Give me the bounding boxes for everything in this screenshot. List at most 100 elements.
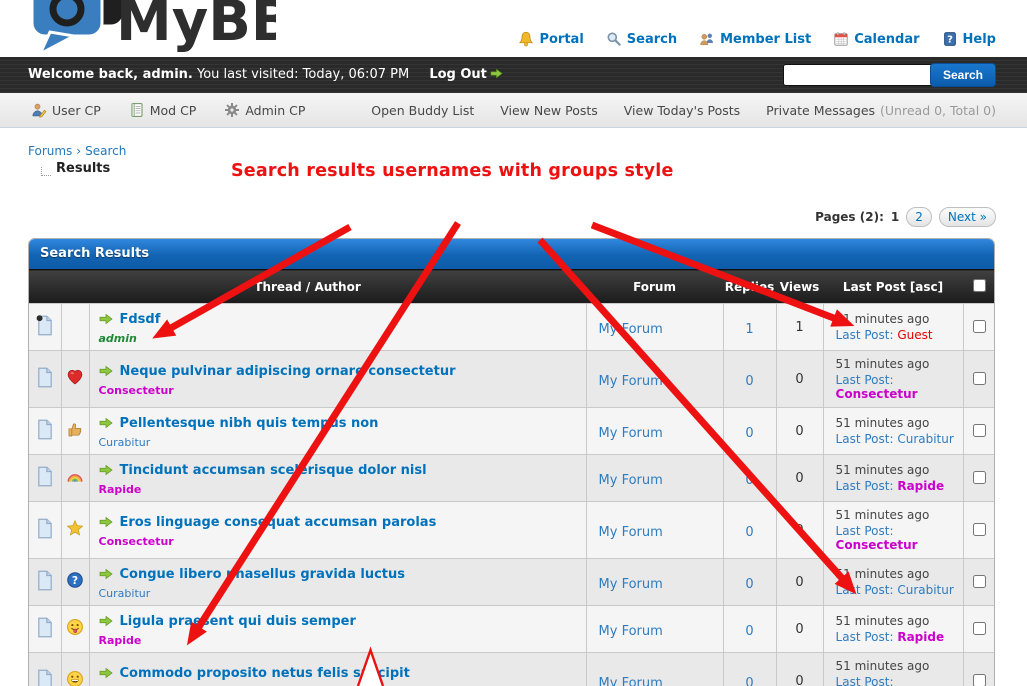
replies-count-link[interactable]: 0 <box>745 676 753 686</box>
thread-title-link[interactable]: Neque pulvinar adipiscing ornare consect… <box>120 364 456 379</box>
nav-help[interactable]: ? Help <box>942 31 996 47</box>
view-todays-posts-link[interactable]: View Today's Posts <box>624 103 740 118</box>
thread-title-link[interactable]: Eros linguage consequat accumsan parolas <box>120 515 437 530</box>
breadcrumb-forums-link[interactable]: Forums <box>28 144 72 158</box>
nav-calendar-label: Calendar <box>854 32 919 47</box>
row-select-checkbox[interactable] <box>973 320 986 333</box>
forum-link[interactable]: My Forum <box>599 624 663 639</box>
pagination-page-2[interactable]: 2 <box>906 207 932 227</box>
mybb-logo[interactable]: MyBB <box>16 0 276 62</box>
thread-arrow-icon <box>99 310 113 329</box>
svg-text:?: ? <box>72 574 78 587</box>
row-select-checkbox[interactable] <box>973 372 986 385</box>
mod-cp-link[interactable]: Mod CP <box>129 102 197 118</box>
row-select-checkbox[interactable] <box>973 424 986 437</box>
replies-count-link[interactable]: 0 <box>745 374 753 389</box>
nav-member-list[interactable]: Member List <box>699 31 811 47</box>
private-messages-link[interactable]: Private Messages (Unread 0, Total 0) <box>766 103 996 118</box>
forum-link[interactable]: My Forum <box>599 473 663 488</box>
user-cp-link[interactable]: User CP <box>31 102 101 118</box>
row-select-checkbox[interactable] <box>973 575 986 588</box>
last-post-user-link[interactable]: Rapide <box>897 479 944 493</box>
last-post-time: 51 minutes ago <box>836 357 963 371</box>
tongue-smiley-icon <box>66 621 84 640</box>
replies-count-link[interactable]: 0 <box>745 624 753 639</box>
thread-arrow-icon <box>99 513 113 532</box>
last-post-link[interactable]: Last Post: <box>836 524 894 538</box>
view-new-posts-link[interactable]: View New Posts <box>500 103 598 118</box>
thread-arrow-icon <box>99 664 113 683</box>
row-select-checkbox[interactable] <box>973 674 986 686</box>
thread-arrow-icon <box>99 414 113 433</box>
welcome-greeting: Welcome back, admin. <box>28 67 193 82</box>
forum-link[interactable]: My Forum <box>599 577 663 592</box>
last-post-user-link[interactable]: Consectetur <box>836 538 918 552</box>
last-post-link[interactable]: Last Post: <box>836 675 894 686</box>
pagination-label: Pages (2): <box>815 210 884 224</box>
header-search-button[interactable]: Search <box>930 63 996 87</box>
last-post-link[interactable]: Last Post: <box>836 583 894 597</box>
row-select-checkbox[interactable] <box>973 622 986 635</box>
thread-title-link[interactable]: Tincidunt accumsan scelerisque dolor nis… <box>120 463 427 478</box>
replies-count-link[interactable]: 0 <box>745 473 753 488</box>
last-post-link[interactable]: Last Post: <box>836 373 894 387</box>
forum-link[interactable]: My Forum <box>599 525 663 540</box>
row-select-checkbox[interactable] <box>973 471 986 484</box>
last-post-link[interactable]: Last Post: <box>836 479 894 493</box>
top-nav: Portal Search Member List <box>518 31 996 47</box>
mybb-logo-icon: MyBB <box>16 0 276 58</box>
last-post-user-link[interactable]: Curabitur <box>897 432 953 446</box>
nav-calendar[interactable]: Calendar <box>833 31 919 47</box>
row-select-checkbox[interactable] <box>973 523 986 536</box>
nav-help-label: Help <box>963 32 996 47</box>
thread-title-link[interactable]: Pellentesque nibh quis tempus non <box>120 416 379 431</box>
last-post-user-link[interactable]: Rapide <box>897 630 944 644</box>
last-post-time: 51 minutes ago <box>836 659 963 673</box>
thread-title-link[interactable]: Ligula praesent qui duis semper <box>120 614 356 629</box>
last-post-time: 51 minutes ago <box>836 614 963 628</box>
views-count: 0 <box>795 622 803 637</box>
last-post-link[interactable]: Last Post: <box>836 328 894 342</box>
last-post-link[interactable]: Last Post: <box>836 432 894 446</box>
private-messages-label: Private Messages <box>766 103 875 118</box>
thread-author-link[interactable]: admin <box>99 332 137 345</box>
thread-title-link[interactable]: Fdsdf <box>120 312 161 327</box>
header-search-input[interactable] <box>783 64 937 86</box>
thread-author-link[interactable]: Consectetur <box>99 535 174 548</box>
mod-cp-icon <box>129 102 145 118</box>
nav-search[interactable]: Search <box>606 31 677 47</box>
thread-author-link[interactable]: Curabitur <box>99 436 151 449</box>
replies-count-link[interactable]: 1 <box>745 322 753 337</box>
portal-bell-icon <box>518 31 534 47</box>
nav-portal[interactable]: Portal <box>518 31 583 47</box>
forum-link[interactable]: My Forum <box>599 322 663 337</box>
thread-title-link[interactable]: Congue libero phasellus gravida luctus <box>120 567 406 582</box>
open-buddy-list-link[interactable]: Open Buddy List <box>371 103 474 118</box>
thread-author-link[interactable]: Rapide <box>99 483 142 496</box>
forum-link[interactable]: My Forum <box>599 426 663 441</box>
pagination-current-page: 1 <box>891 210 899 224</box>
thread-author-link[interactable]: Curabitur <box>99 587 151 600</box>
col-replies: Replies <box>723 270 776 304</box>
pagination-next[interactable]: Next » <box>939 207 996 227</box>
admin-cp-link[interactable]: Admin CP <box>224 102 305 118</box>
thread-author-link[interactable]: Consectetur <box>99 384 174 397</box>
thread-author-link[interactable]: Rapide <box>99 634 142 647</box>
page-new-icon <box>36 321 54 340</box>
last-post-link[interactable]: Last Post: <box>836 630 894 644</box>
thread-title-link[interactable]: Commodo proposito netus felis suscipit <box>120 666 410 681</box>
select-all-checkbox[interactable] <box>973 279 986 292</box>
last-post-user-link[interactable]: Guest <box>897 328 932 342</box>
replies-count-link[interactable]: 0 <box>745 577 753 592</box>
result-row: FdsdfadminMy Forum1151 minutes agoLast P… <box>29 304 995 351</box>
logout-link[interactable]: Log Out <box>429 67 503 82</box>
last-post-user-link[interactable]: Curabitur <box>897 583 953 597</box>
breadcrumb-search-link[interactable]: Search <box>85 144 126 158</box>
last-post-user-link[interactable]: Consectetur <box>836 387 918 401</box>
members-icon <box>699 31 715 47</box>
replies-count-link[interactable]: 0 <box>745 525 753 540</box>
site-header: MyBB Portal Search <box>0 0 1027 57</box>
forum-link[interactable]: My Forum <box>599 374 663 389</box>
forum-link[interactable]: My Forum <box>599 676 663 686</box>
replies-count-link[interactable]: 0 <box>745 426 753 441</box>
